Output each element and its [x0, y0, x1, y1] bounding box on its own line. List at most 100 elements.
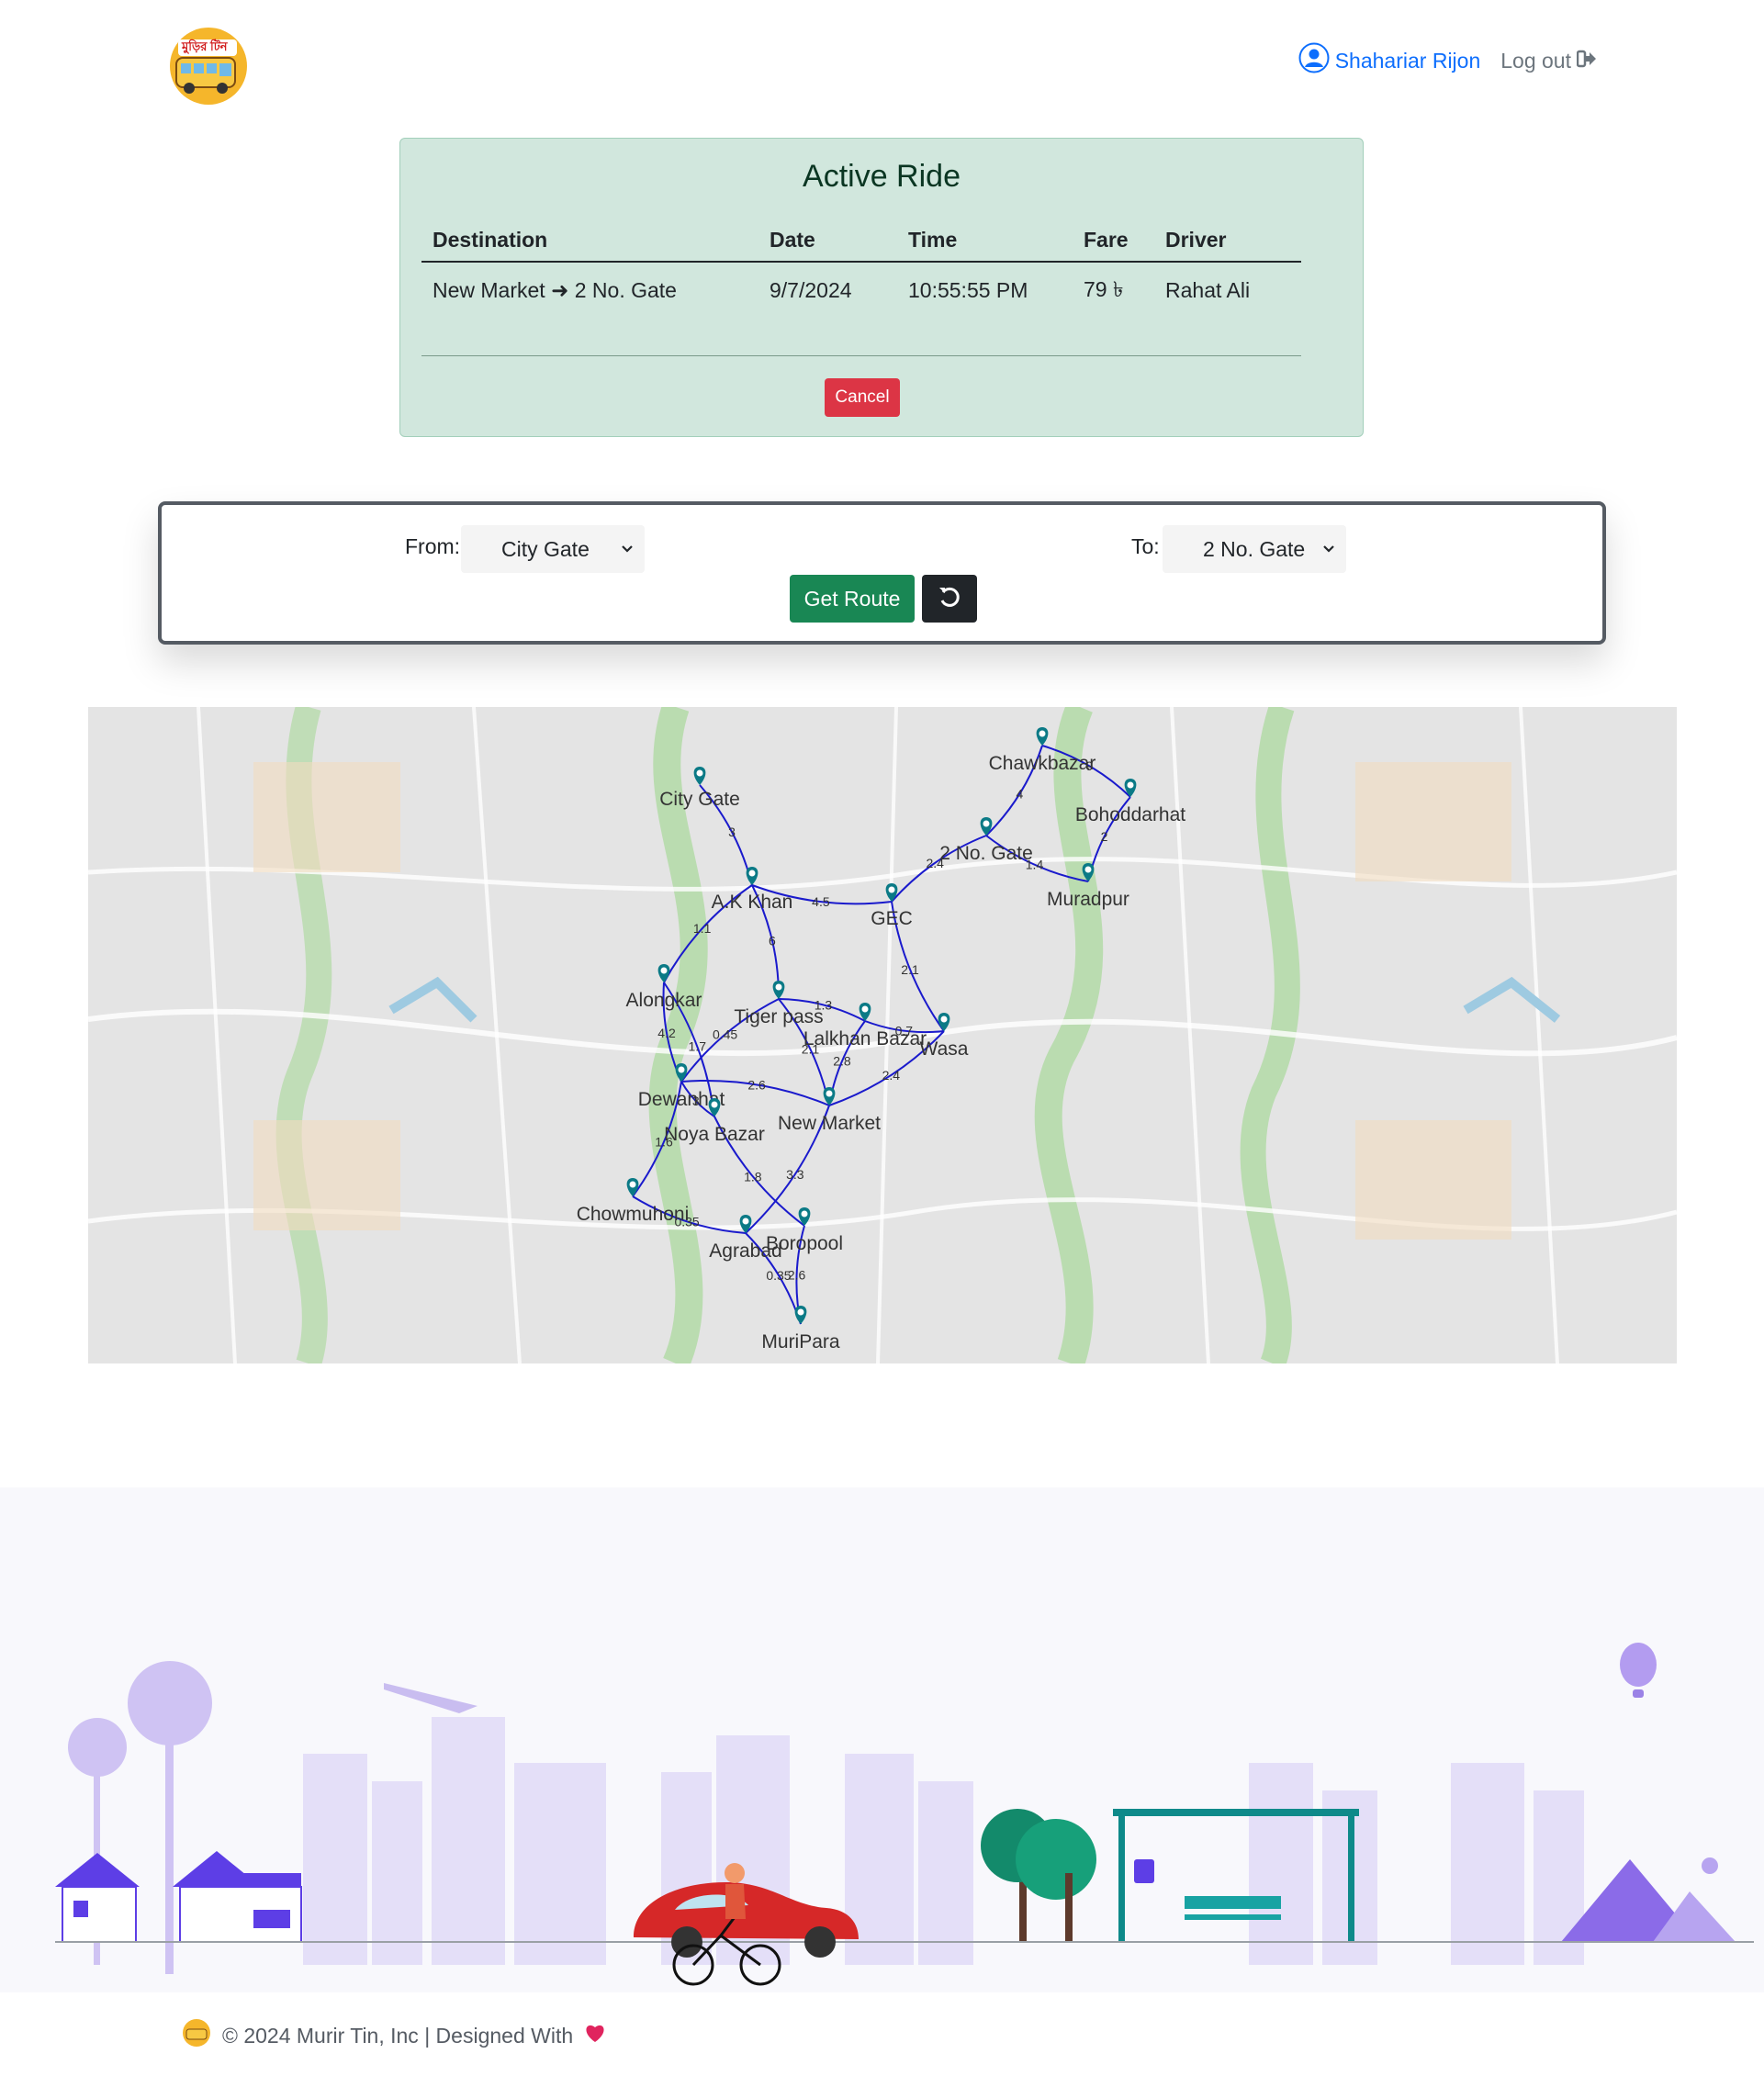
map-node-label: Boropool	[766, 1233, 843, 1254]
map-node-label: GEC	[871, 908, 913, 929]
column-driver: Driver	[1165, 228, 1227, 252]
edge-weight-label: 0.45	[713, 1027, 737, 1042]
edge-weight-label: 2.4	[882, 1068, 901, 1083]
bus-stop	[1113, 1809, 1359, 1942]
map-pin-dot	[797, 1308, 804, 1316]
balloon-icon	[1620, 1643, 1657, 1698]
column-destination: Destination	[433, 228, 548, 252]
map-pin-dot	[742, 1218, 749, 1225]
edge-weight-label: 2.6	[788, 1267, 806, 1282]
reset-button[interactable]	[922, 575, 977, 623]
map-node-label: Chowmuhoni	[577, 1204, 690, 1225]
user-profile-link[interactable]: Shahariar Rijon	[1298, 42, 1481, 79]
map-pin-dot	[711, 1101, 718, 1108]
edge-weight-label: 2	[1101, 829, 1108, 844]
map-node-label: Wasa	[920, 1038, 969, 1060]
map-pin-dot	[1127, 781, 1134, 789]
column-time: Time	[908, 228, 958, 252]
active-ride-title: Active Ride	[803, 159, 961, 194]
ride-driver: Rahat Ali	[1165, 277, 1251, 302]
edge-weight-label: 3.3	[786, 1167, 804, 1182]
map-pin-dot	[801, 1210, 808, 1218]
map-node-label: Tiger pass	[734, 1006, 823, 1027]
route-map[interactable]: 3 4.5 2.4 4 9 2 1.4 1.1 6 2.1 1.3 0.7 2.1 2.8 2.4 4.2 1.…	[88, 707, 1677, 1363]
map-pin-dot	[1039, 730, 1046, 737]
map-node-label: Noya Bazar	[664, 1124, 765, 1145]
map-pin-dot	[888, 886, 895, 893]
map-pin-dot	[748, 870, 756, 877]
ride-date: 9/7/2024	[770, 277, 852, 302]
map-node-label: Lalkhan Bazar	[803, 1028, 927, 1049]
map-pin-dot	[861, 1005, 869, 1013]
map-pin-dot	[826, 1090, 833, 1097]
from-select-value: City Gate	[501, 536, 590, 561]
to-select[interactable]: 2 No. Gate	[1163, 525, 1346, 573]
murir-tin-logo[interactable]: মুড়ির টিন	[167, 27, 250, 106]
map-node-label: Chawkbazar	[989, 753, 1096, 774]
ride-fare: 79 ৳	[1084, 276, 1124, 301]
from-select[interactable]: City Gate	[461, 525, 645, 573]
ride-time: 10:55:55 PM	[908, 277, 1028, 302]
edge-weight-label: 1.8	[744, 1169, 762, 1184]
map-node-label: City Gate	[659, 789, 740, 810]
divider	[421, 355, 1301, 356]
heart-icon	[584, 2023, 606, 2048]
map-pin-dot	[1084, 866, 1092, 873]
map-pin-dot	[940, 1016, 948, 1023]
to-select-value: 2 No. Gate	[1203, 536, 1306, 561]
from-label: From:	[405, 534, 461, 558]
logout-link[interactable]: Log out	[1500, 49, 1597, 73]
edge-weight-label: 2.6	[747, 1077, 766, 1092]
map-node-label: A.K Khan	[712, 892, 793, 913]
map-pin-dot	[696, 769, 703, 777]
map-node-label: Bohoddarhat	[1075, 804, 1185, 825]
mountains	[1561, 1857, 1736, 1942]
airplane-icon	[384, 1683, 478, 1713]
edge-weight-label: 3	[728, 825, 736, 839]
edge-weight-label: 1.7	[689, 1039, 707, 1054]
logout-label: Log out	[1500, 48, 1571, 73]
column-date: Date	[770, 228, 815, 252]
map-pin-dot	[660, 967, 668, 974]
copyright-text: © 2024 Murir Tin, Inc | Designed With	[222, 2023, 574, 2048]
edge-weight-label: 1.1	[693, 921, 712, 936]
map-node-label: MuriPara	[761, 1331, 840, 1352]
user-circle-icon	[1298, 42, 1330, 79]
get-route-button[interactable]: Get Route	[790, 575, 915, 623]
edge-weight-label: 4.5	[812, 894, 830, 909]
map-node-label: 2 No. Gate	[939, 843, 1033, 864]
sign-out-icon	[1576, 49, 1597, 73]
column-fare: Fare	[1084, 228, 1129, 252]
edge-weight-label: 4	[1016, 787, 1023, 802]
edge-weight-label: 2.8	[833, 1054, 851, 1069]
map-pin-dot	[629, 1181, 636, 1188]
city-skyline	[303, 1717, 1584, 1965]
footer-logo-icon	[182, 2018, 211, 2053]
active-ride-card: Active Ride Destination Date Time Fare D…	[399, 138, 1364, 437]
top-nav: Shahariar Rijon Log out	[1298, 42, 1597, 79]
edge-weight-label: 6	[769, 933, 776, 948]
table-row: New Market ➜ 2 No. Gate 9/7/2024 10:55:5…	[421, 263, 1301, 318]
active-ride-table: Destination Date Time Fare Driver New Ma…	[421, 219, 1301, 318]
map-pin-dot	[678, 1066, 685, 1073]
edge-weight-label: 2.1	[901, 962, 919, 977]
route-search-form: From: City Gate To: 2 No. Gate Get Route	[158, 501, 1606, 645]
chevron-down-icon	[1322, 539, 1335, 564]
map-pin-dot	[983, 820, 990, 827]
edge-weight-label: 4.2	[657, 1026, 676, 1040]
logo-text: মুড়ির টিন	[182, 39, 228, 53]
trees	[981, 1809, 1096, 1942]
ride-destination: New Market ➜ 2 No. Gate	[433, 277, 677, 302]
cancel-ride-button[interactable]: Cancel	[825, 378, 900, 417]
footer-illustration	[0, 1487, 1764, 1992]
map-node-label: Alongkar	[626, 990, 702, 1011]
table-header-row: Destination Date Time Fare Driver	[421, 219, 1301, 263]
chevron-down-icon	[621, 539, 634, 564]
to-label: To:	[1131, 534, 1160, 558]
footer-copyright: © 2024 Murir Tin, Inc | Designed With	[182, 2018, 606, 2053]
user-name: Shahariar Rijon	[1334, 48, 1481, 73]
map-node-label: New Market	[778, 1113, 881, 1134]
map-pin-dot	[775, 983, 782, 991]
houses	[55, 1851, 302, 1943]
rotate-left-icon	[937, 584, 962, 614]
